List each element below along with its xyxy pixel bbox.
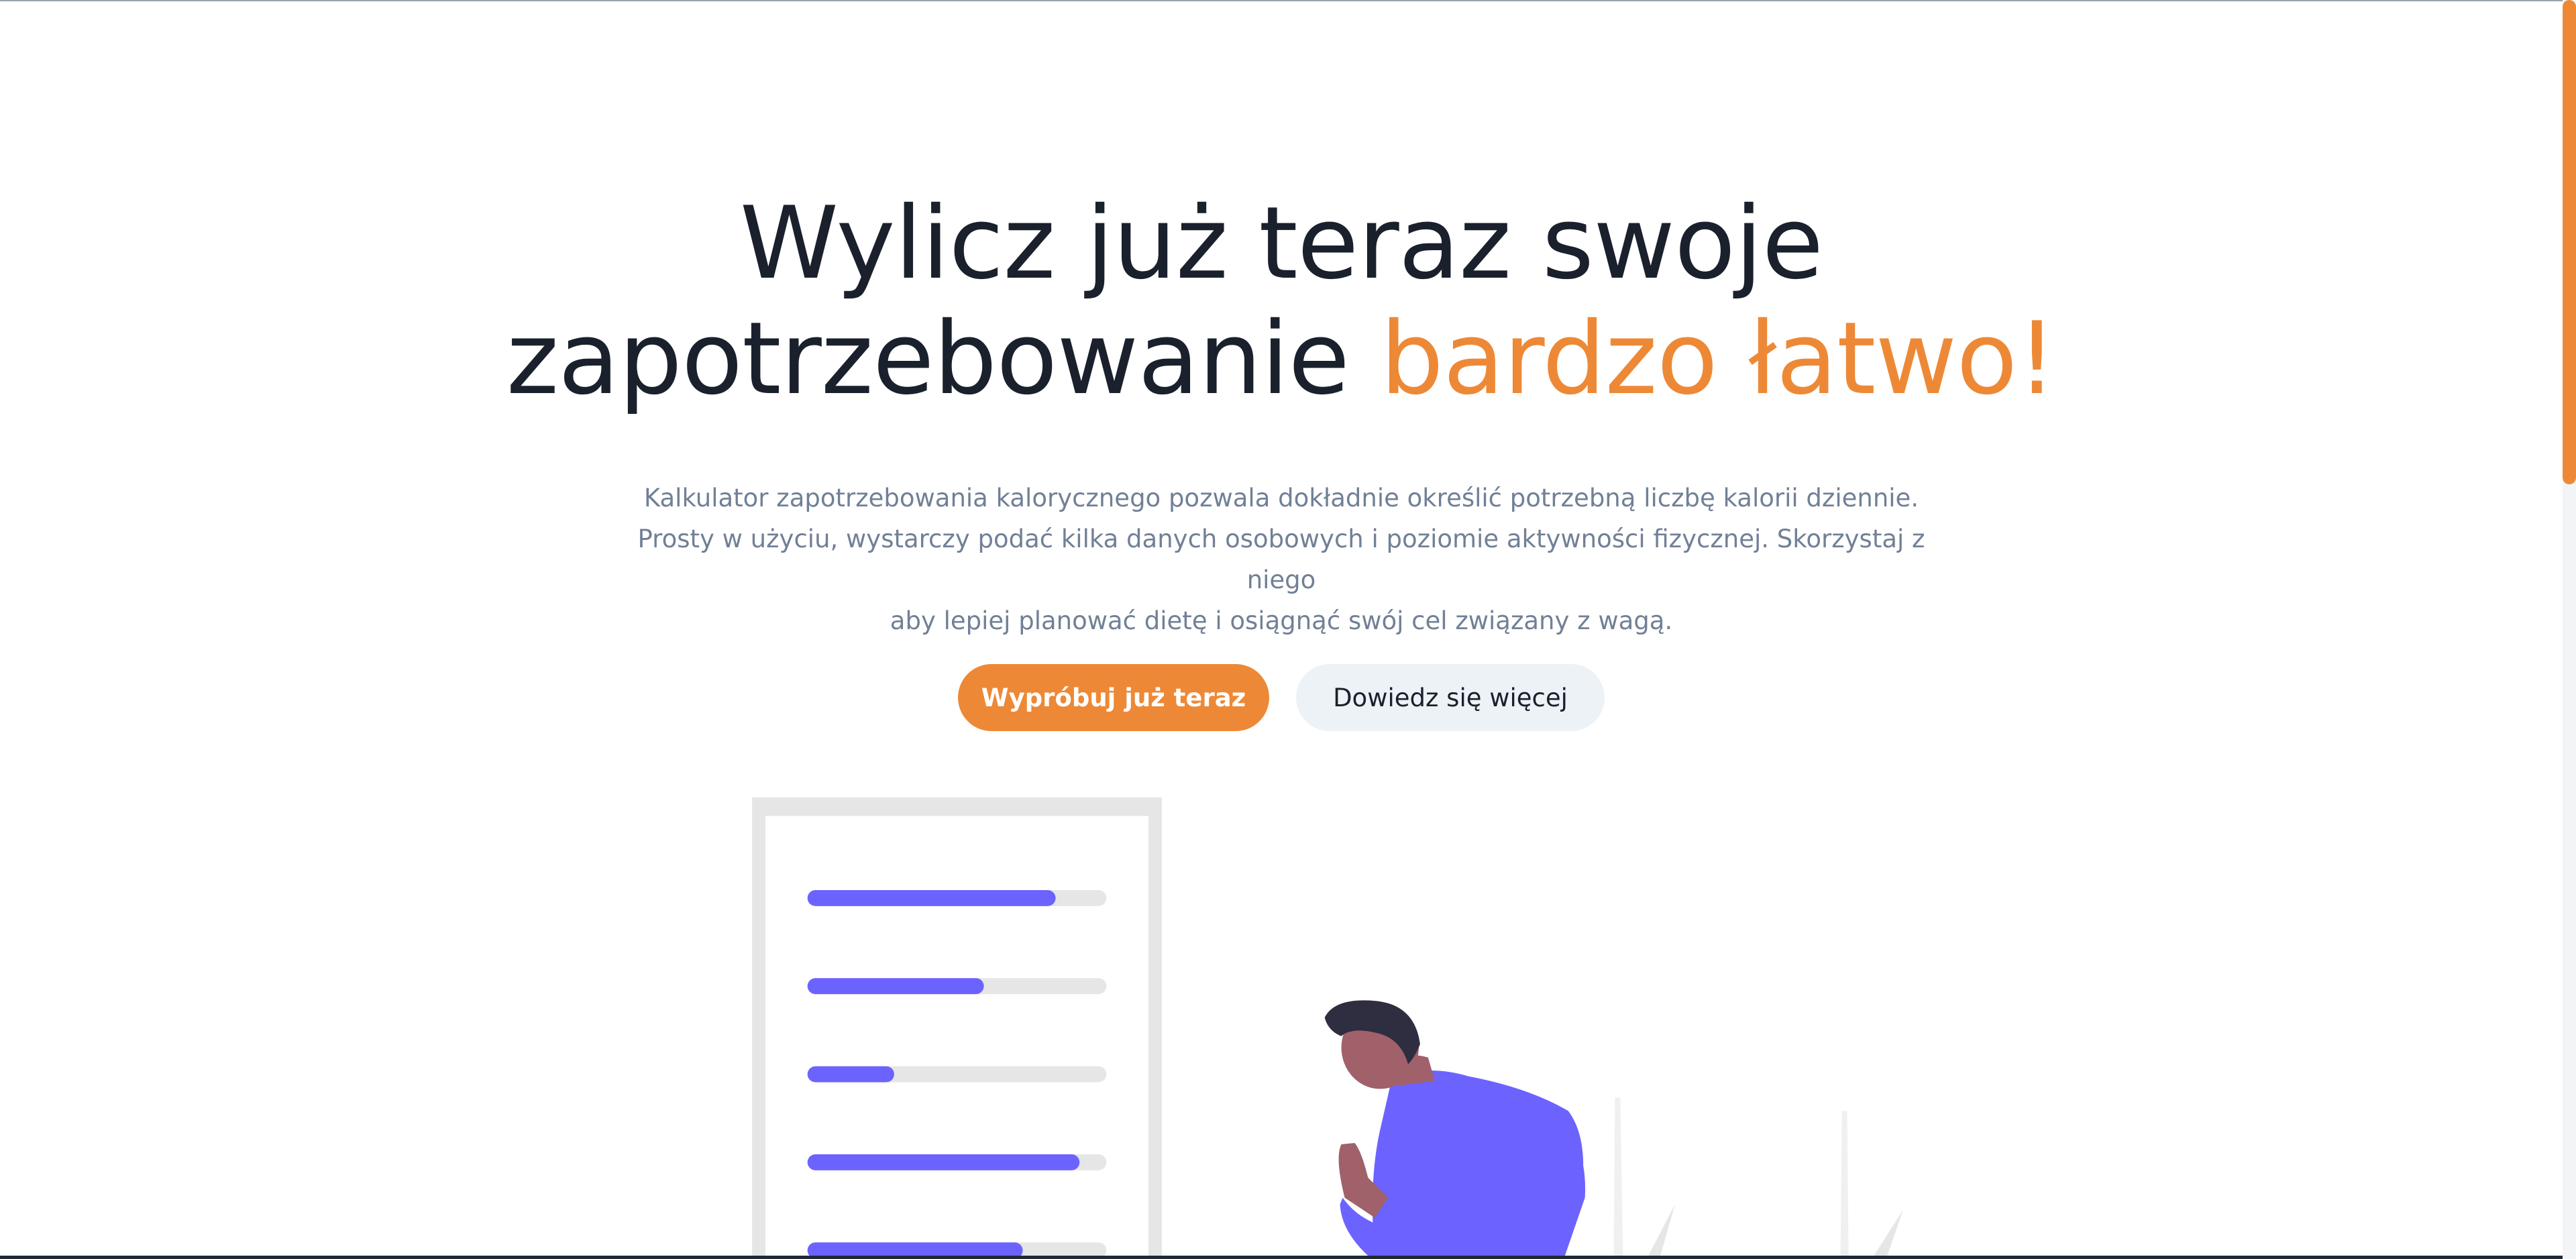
hero-section: Wylicz już teraz swoje zapotrzebowanie b… bbox=[0, 0, 2563, 1259]
description-line-1: Kalkulator zapotrzebowania kalorycznego … bbox=[643, 484, 1919, 512]
scrollbar-thumb[interactable] bbox=[2563, 0, 2576, 484]
learn-more-button[interactable]: Dowiedz się więcej bbox=[1296, 664, 1605, 731]
hero-description: Kalkulator zapotrzebowania kalorycznego … bbox=[631, 478, 1932, 641]
description-line-3: aby lepiej planować dietę i osiągnąć swó… bbox=[890, 606, 1673, 635]
headline-line-1: Wylicz już teraz swoje bbox=[739, 186, 1824, 302]
try-now-button[interactable]: Wypróbuj już teraz bbox=[958, 664, 1269, 731]
page-title: Wylicz już teraz swoje zapotrzebowanie b… bbox=[0, 186, 2563, 417]
vertical-scrollbar[interactable] bbox=[2563, 0, 2576, 1259]
window-bottom-border bbox=[0, 1256, 2563, 1259]
headline-accent: bardzo łatwo! bbox=[1380, 301, 2057, 417]
description-line-2: Prosty w użyciu, wystarczy podać kilka d… bbox=[637, 525, 1925, 594]
headline-line-2: zapotrzebowanie bbox=[506, 301, 1350, 417]
